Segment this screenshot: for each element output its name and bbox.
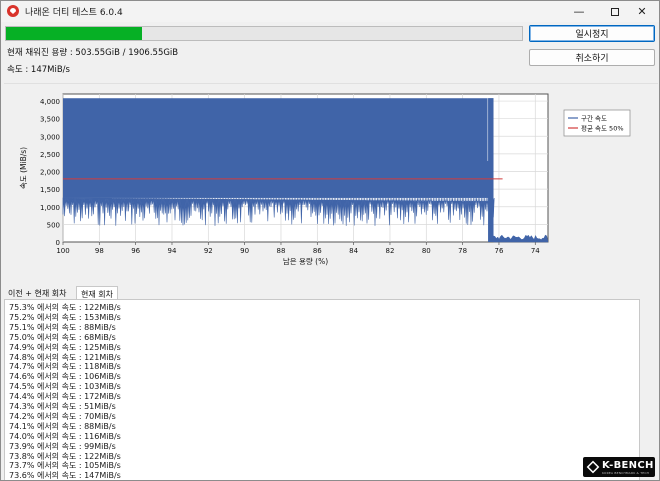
speed-chart: 0 500 1,000 1,500 2,000 2,500 3,000 3,500 4,000 1… <box>19 93 631 266</box>
maximize-icon <box>611 7 619 16</box>
y-tick-label: 4,000 <box>40 98 60 106</box>
x-tick-label: 80 <box>422 247 431 255</box>
test-progress-bar <box>5 26 523 41</box>
y-tick-label: 2,000 <box>40 169 60 177</box>
speed-chart-panel: 0 500 1,000 1,500 2,000 2,500 3,000 3,500 4,000 1… <box>4 83 658 285</box>
speed-log-list[interactable]: 75.3% 에서의 속도 : 122MiB/s 75.2% 에서의 속도 : 15… <box>4 299 640 481</box>
x-tick-label: 100 <box>56 247 69 255</box>
tab-history[interactable]: 이전 + 현재 회차 <box>4 286 71 300</box>
x-tick-label: 86 <box>313 247 322 255</box>
y-tick-label: 3,000 <box>40 133 60 141</box>
y-axis-label: 속도 (MiB/s) <box>19 147 28 189</box>
pause-button[interactable]: 일시정지 <box>529 25 655 42</box>
watermark-tagline: KOREA BENCHMARK & TECH <box>602 471 650 475</box>
speed-drop <box>488 98 494 242</box>
kbench-watermark: K-BENCH KOREA BENCHMARK & TECH <box>583 457 655 477</box>
tab-current[interactable]: 현재 회차 <box>76 286 118 300</box>
x-tick-label: 74 <box>531 247 540 255</box>
app-window: 나래온 더티 테스트 6.0.4 — ✕ 일시정지 취소하기 현재 채워진 용량… <box>0 0 660 481</box>
legend-label: 구간 속도 <box>581 114 607 123</box>
y-tick-label: 500 <box>47 221 60 229</box>
log-row: 73.6% 에서의 속도 : 147MiB/s <box>9 471 121 481</box>
cancel-button[interactable]: 취소하기 <box>529 49 655 66</box>
minimize-button[interactable]: — <box>562 1 596 22</box>
app-logo-icon <box>7 5 19 17</box>
x-tick-label: 98 <box>95 247 104 255</box>
minimize-icon: — <box>573 5 585 18</box>
y-tick-label: 1,000 <box>40 204 60 212</box>
current-speed-text: 속도 : 147MiB/s <box>7 65 70 75</box>
x-tick-label: 92 <box>204 247 213 255</box>
y-tick-label: 1,500 <box>40 186 60 194</box>
x-axis-label: 남은 용량 (%) <box>283 257 328 266</box>
x-tick-label: 84 <box>349 247 358 255</box>
window-title: 나래온 더티 테스트 6.0.4 <box>25 8 123 18</box>
filled-capacity-text: 현재 채워진 용량 : 503.55GiB / 1906.55GiB <box>7 48 179 58</box>
x-tick-label: 78 <box>458 247 467 255</box>
x-tick-label: 76 <box>494 247 503 255</box>
x-tick-label: 90 <box>240 247 249 255</box>
y-tick-label: 2,500 <box>40 151 60 159</box>
x-tick-label: 82 <box>386 247 395 255</box>
title-bar[interactable]: 나래온 더티 테스트 6.0.4 — ✕ <box>1 1 659 22</box>
y-tick-label: 0 <box>56 239 60 247</box>
speed-band <box>63 98 494 198</box>
close-button[interactable]: ✕ <box>625 1 659 22</box>
x-tick-label: 96 <box>131 247 140 255</box>
x-tick-label: 88 <box>277 247 286 255</box>
y-tick-label: 3,500 <box>40 116 60 124</box>
watermark-brand: K-BENCH <box>602 460 654 471</box>
x-tick-label: 94 <box>168 247 177 255</box>
kbench-logo-icon <box>586 460 600 474</box>
legend-label: 평균 속도 50% <box>581 124 624 133</box>
close-icon: ✕ <box>637 5 647 18</box>
progress-fill <box>6 27 143 40</box>
